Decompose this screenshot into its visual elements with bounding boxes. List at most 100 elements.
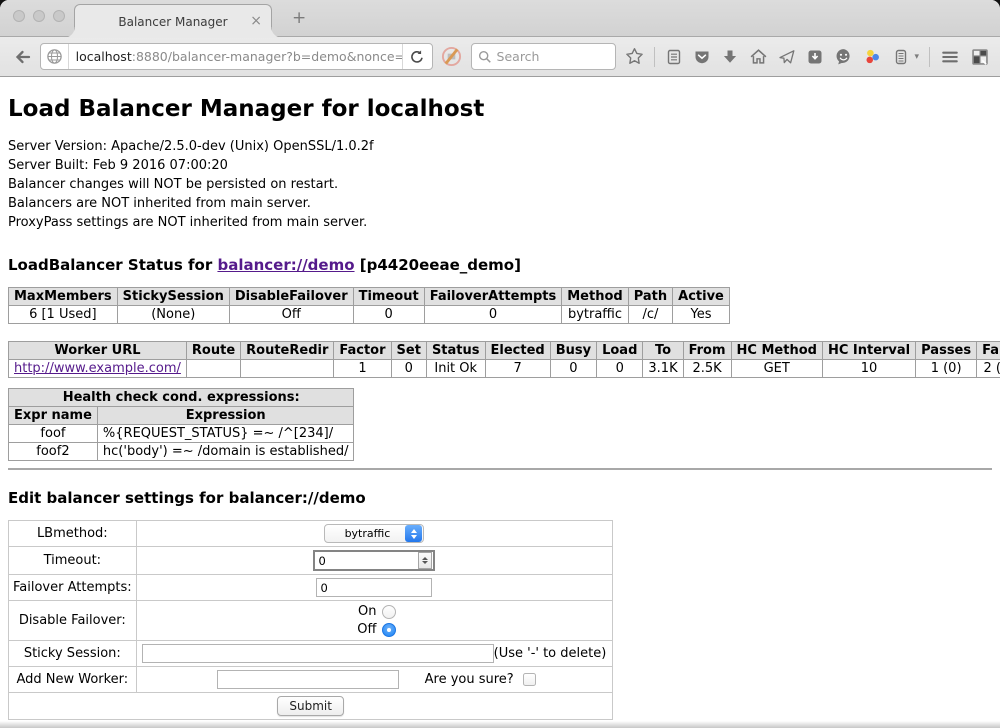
- back-button[interactable]: [10, 44, 36, 70]
- col-hc-interval: HC Interval: [822, 342, 915, 360]
- cell-set: 0: [391, 360, 426, 378]
- cell-to: 3.1K: [643, 360, 683, 378]
- cell-disablefailover: Off: [229, 306, 353, 324]
- reading-list-icon[interactable]: [665, 48, 683, 66]
- add-worker-label: Add New Worker:: [9, 667, 137, 693]
- cell-factor: 1: [334, 360, 391, 378]
- add-worker-cell: Are you sure?: [136, 667, 613, 693]
- menu-hamburger-icon[interactable]: [940, 47, 960, 67]
- cell-routeredir: [241, 360, 334, 378]
- window-minimize-button[interactable]: [33, 10, 45, 22]
- timeout-cell: [136, 547, 613, 575]
- add-worker-input[interactable]: [217, 670, 399, 689]
- search-bar[interactable]: [471, 43, 617, 70]
- cell-stickysession: (None): [117, 306, 229, 324]
- col-failoverattempts: FailoverAttempts: [424, 288, 562, 306]
- downloads-icon[interactable]: [721, 48, 739, 66]
- balancer-header-row: MaxMembers StickySession DisableFailover…: [9, 288, 730, 306]
- search-icon: [478, 50, 492, 64]
- submit-row: Submit: [9, 693, 613, 720]
- cell-timeout: 0: [353, 306, 424, 324]
- home-icon[interactable]: [749, 47, 768, 66]
- window-close-button[interactable]: [13, 10, 25, 22]
- failover-attempts-input[interactable]: [316, 578, 432, 597]
- blocked-content-icon[interactable]: [441, 46, 462, 67]
- overflow-caret-icon[interactable]: ▾: [914, 52, 919, 62]
- cell-worker-url: http://www.example.com/: [9, 360, 187, 378]
- pocket-icon[interactable]: [693, 48, 711, 66]
- col-timeout: Timeout: [353, 288, 424, 306]
- col-set: Set: [391, 342, 426, 360]
- new-tab-button[interactable]: +: [292, 8, 306, 28]
- sticky-session-input[interactable]: [142, 644, 494, 663]
- col-method: Method: [562, 288, 628, 306]
- cell-route: [186, 360, 240, 378]
- submit-button[interactable]: Submit: [277, 696, 344, 716]
- cell-active: Yes: [673, 306, 730, 324]
- col-fails: Fails: [977, 342, 1000, 360]
- lbmethod-row: LBmethod: bytraffic: [9, 521, 613, 547]
- cell-path: /c/: [628, 306, 672, 324]
- lbmethod-select[interactable]: bytraffic: [324, 524, 424, 543]
- persist-note-line: Balancer changes will NOT be persisted o…: [8, 175, 992, 194]
- col-expression: Expression: [97, 407, 354, 425]
- cell-expression: %{REQUEST_STATUS} =~ /^[234]/: [97, 425, 354, 443]
- proxypass-note-line: ProxyPass settings are NOT inherited fro…: [8, 213, 992, 232]
- off-label: Off: [352, 622, 376, 637]
- are-you-sure-checkbox[interactable]: [523, 673, 536, 686]
- worker-url-link[interactable]: http://www.example.com/: [14, 361, 181, 376]
- cell-expression: hc('body') =~ /domain is established/: [97, 443, 354, 461]
- cell-failoverattempts: 0: [424, 306, 562, 324]
- back-arrow-icon: [13, 47, 33, 67]
- section-divider: [8, 468, 992, 470]
- site-identity-globe-icon[interactable]: [41, 44, 69, 69]
- col-stickysession: StickySession: [117, 288, 229, 306]
- balancer-demo-link[interactable]: balancer://demo: [217, 256, 354, 274]
- url-input[interactable]: localhost:8880/balancer-manager?b=demo&n…: [69, 49, 402, 64]
- timeout-input[interactable]: [315, 554, 418, 568]
- health-header-row: Expr name Expression: [9, 407, 354, 425]
- failover-attempts-cell: [136, 575, 613, 601]
- browser-tab[interactable]: Balancer Manager ×: [74, 4, 272, 38]
- select-stepper-icon: [405, 525, 422, 542]
- col-from: From: [683, 342, 731, 360]
- sticky-session-note: (Use '-' to delete): [494, 646, 609, 661]
- failover-attempts-row: Failover Attempts:: [9, 575, 613, 601]
- colored-dots-extension-icon[interactable]: [863, 47, 882, 66]
- bookmark-star-icon[interactable]: [625, 47, 644, 66]
- cell-from: 2.5K: [683, 360, 731, 378]
- add-worker-row: Add New Worker: Are you sure?: [9, 667, 613, 693]
- url-host: localhost: [76, 49, 132, 64]
- sticky-session-cell: (Use '-' to delete): [136, 641, 613, 667]
- status-heading-prefix: LoadBalancer Status for: [8, 256, 217, 274]
- disable-failover-label: Disable Failover:: [9, 601, 137, 641]
- feedback-smiley-icon[interactable]: [834, 47, 853, 66]
- cell-hc-method: GET: [731, 360, 822, 378]
- send-page-icon[interactable]: [778, 48, 796, 66]
- lbmethod-selected-value: bytraffic: [325, 527, 405, 540]
- server-version-line: Server Version: Apache/2.5.0-dev (Unix) …: [8, 137, 992, 156]
- battery-list-extension-icon[interactable]: [892, 48, 910, 66]
- tab-groups-grid-icon[interactable]: [970, 47, 990, 67]
- window-zoom-button[interactable]: [53, 10, 65, 22]
- submit-cell: Submit: [9, 693, 613, 720]
- disable-failover-on-radio[interactable]: [382, 605, 396, 619]
- loadbalancer-status-heading: LoadBalancer Status for balancer://demo …: [8, 256, 992, 274]
- browser-window: Balancer Manager × + localhost:8880/bala…: [0, 0, 1000, 728]
- tab-close-icon[interactable]: ×: [250, 13, 262, 29]
- status-heading-suffix: [p4420eeae_demo]: [355, 256, 521, 274]
- edit-balancer-form: LBmethod: bytraffic Timeout:: [8, 520, 613, 720]
- disable-failover-off-radio[interactable]: [382, 623, 396, 637]
- cell-passes: 1 (0): [916, 360, 977, 378]
- url-bar[interactable]: localhost:8880/balancer-manager?b=demo&n…: [40, 43, 433, 70]
- reload-button[interactable]: [402, 44, 432, 69]
- navigation-toolbar: localhost:8880/balancer-manager?b=demo&n…: [0, 37, 1000, 77]
- edit-settings-heading: Edit balancer settings for balancer://de…: [8, 489, 992, 507]
- col-route: Route: [186, 342, 240, 360]
- lbmethod-cell: bytraffic: [136, 521, 613, 547]
- page-title: Load Balancer Manager for localhost: [8, 96, 992, 122]
- search-input[interactable]: [497, 49, 610, 64]
- url-path: :8880/balancer-manager?b=demo&nonce=decc…: [132, 49, 402, 64]
- number-spinner-icon[interactable]: [418, 552, 432, 569]
- save-to-device-icon[interactable]: [806, 48, 824, 66]
